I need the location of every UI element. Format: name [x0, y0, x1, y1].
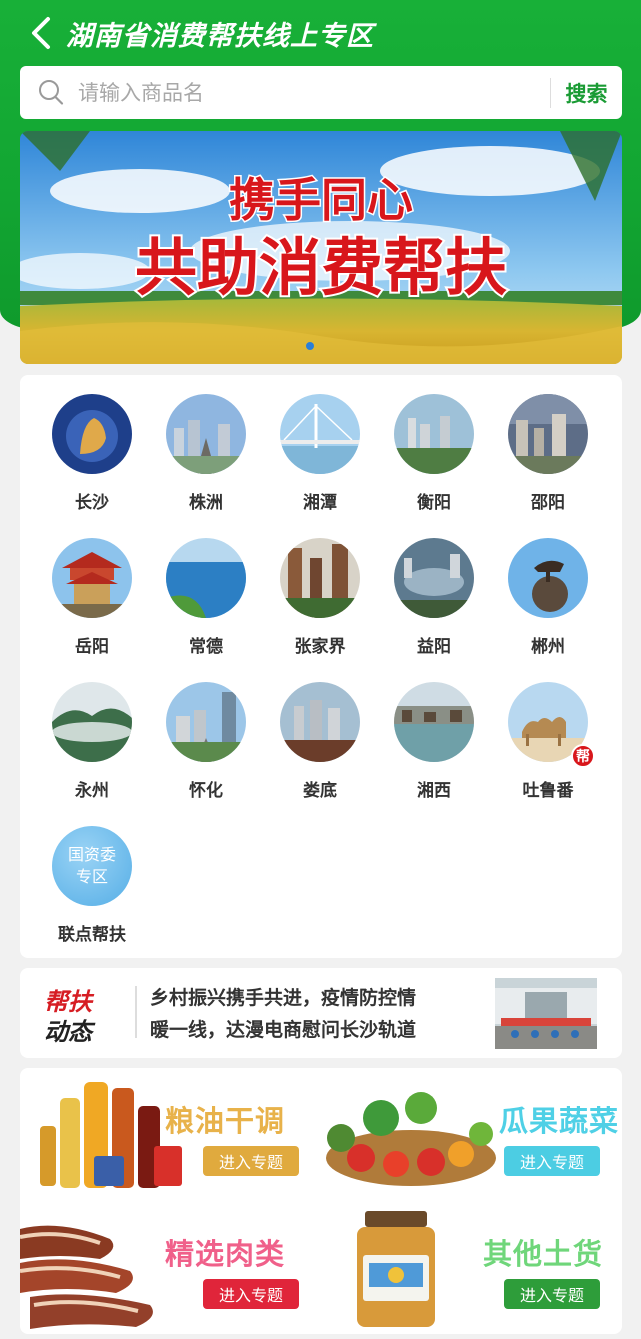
- city-label: 长沙: [75, 493, 109, 513]
- enter-topic-button[interactable]: 进入专题: [504, 1279, 600, 1309]
- city-item-changsha[interactable]: 长沙: [37, 394, 147, 524]
- top-bar: 湖南省消费帮扶线上专区: [0, 0, 641, 66]
- news-headline-line1: 乡村振兴携手共进，疫情防控情: [150, 987, 417, 1009]
- city-grid: 长沙 株洲 湘潭 衡阳 邵阳 岳阳 常德 张家界 益阳 郴州 永州 怀化 娄底 …: [20, 375, 622, 958]
- news-thumbnail[interactable]: [495, 978, 597, 1049]
- city-image: [394, 538, 474, 618]
- city-item-zhuzhou[interactable]: 株洲: [151, 394, 261, 524]
- city-item-huaihua[interactable]: 怀化: [151, 682, 261, 812]
- city-image: [508, 538, 588, 618]
- sasac-zone-icon: 国资委 专区: [52, 826, 132, 906]
- city-image: [508, 394, 588, 474]
- city-item-changde[interactable]: 常德: [151, 538, 261, 668]
- news-headline[interactable]: 乡村振兴携手共进，疫情防控情 暖一线，达漫电商慰问长沙轨道: [150, 982, 480, 1046]
- city-label: 岳阳: [75, 637, 109, 657]
- city-item-xiangxi[interactable]: 湘西: [379, 682, 489, 812]
- enter-topic-button[interactable]: 进入专题: [203, 1146, 299, 1176]
- category-title: 粮油干调: [165, 1104, 286, 1138]
- city-label: 益阳: [417, 637, 451, 657]
- category-title: 其他土货: [483, 1237, 604, 1271]
- city-item-xiangtan[interactable]: 湘潭: [265, 394, 375, 524]
- city-label: 湘西: [417, 781, 451, 801]
- city-item-zhangjiajie[interactable]: 张家界: [265, 538, 375, 668]
- city-item-liandian[interactable]: 国资委 专区 联点帮扶: [37, 826, 147, 956]
- city-label: 邵阳: [531, 493, 565, 513]
- city-label: 郴州: [531, 637, 565, 657]
- banner-image: 携手同心 共助消费帮扶: [20, 131, 622, 364]
- city-label: 张家界: [294, 637, 346, 657]
- city-item-hengyang[interactable]: 衡阳: [379, 394, 489, 524]
- category-meat[interactable]: 精选肉类 进入专题: [20, 1201, 321, 1334]
- city-image: [280, 394, 360, 474]
- search-icon: [39, 80, 64, 105]
- city-image: [280, 682, 360, 762]
- city-image: [166, 682, 246, 762]
- news-divider: [135, 986, 137, 1038]
- back-arrow-icon[interactable]: [28, 16, 58, 50]
- news-headline-line2: 暖一线，达漫电商慰问长沙轨道: [150, 1019, 417, 1041]
- city-image: [394, 394, 474, 474]
- page-title: 湖南省消费帮扶线上专区: [66, 21, 374, 52]
- city-image: [52, 682, 132, 762]
- carousel-indicator[interactable]: [306, 342, 314, 350]
- fruit-veg-image: [326, 1092, 496, 1186]
- city-item-loudi[interactable]: 娄底: [265, 682, 375, 812]
- city-label: 吐鲁番: [522, 781, 574, 801]
- city-image: [52, 538, 132, 618]
- city-label: 娄底: [303, 781, 337, 801]
- city-item-yongzhou[interactable]: 永州: [37, 682, 147, 812]
- city-item-turpan[interactable]: 帮 吐鲁番: [493, 682, 603, 812]
- category-section: 粮油干调 进入专题 瓜果蔬菜 进入专题 精选肉类 进入专题 其他土货 进入专题: [20, 1068, 622, 1334]
- promo-banner[interactable]: 携手同心 共助消费帮扶: [20, 131, 622, 364]
- city-item-yiyang[interactable]: 益阳: [379, 538, 489, 668]
- zone-text-2: 专区: [75, 867, 108, 886]
- city-label: 常德: [189, 637, 223, 657]
- grain-oil-image: [40, 1082, 182, 1188]
- category-grain-oil[interactable]: 粮油干调 进入专题: [20, 1068, 321, 1201]
- city-item-chenzhou[interactable]: 郴州: [493, 538, 603, 668]
- city-image: [166, 538, 246, 618]
- city-image: [52, 394, 132, 474]
- city-label: 株洲: [189, 493, 223, 513]
- category-title: 精选肉类: [165, 1237, 286, 1271]
- search-input[interactable]: [78, 74, 538, 111]
- category-fruit-veg[interactable]: 瓜果蔬菜 进入专题: [321, 1068, 622, 1201]
- category-other[interactable]: 其他土货 进入专题: [321, 1201, 622, 1334]
- city-image: [166, 394, 246, 474]
- help-badge: 帮: [571, 744, 595, 768]
- meat-image: [20, 1225, 153, 1329]
- city-label: 永州: [75, 781, 109, 801]
- city-label: 怀化: [189, 781, 223, 801]
- news-card[interactable]: 帮扶 动态 乡村振兴携手共进，疫情防控情 暖一线，达漫电商慰问长沙轨道: [20, 968, 622, 1058]
- honey-jar-image: [357, 1211, 435, 1327]
- enter-topic-button[interactable]: 进入专题: [203, 1279, 299, 1309]
- city-image: [394, 682, 474, 762]
- city-label: 衡阳: [417, 493, 451, 513]
- banner-text-line1: 携手同心: [229, 173, 413, 227]
- city-item-shaoyang[interactable]: 邵阳: [493, 394, 603, 524]
- city-label: 联点帮扶: [58, 925, 126, 945]
- city-item-yueyang[interactable]: 岳阳: [37, 538, 147, 668]
- city-image: [280, 538, 360, 618]
- banner-text-line2: 共助消费帮扶: [135, 231, 507, 304]
- search-bar: 搜索: [20, 66, 622, 119]
- search-button[interactable]: 搜索: [551, 66, 622, 119]
- enter-topic-button[interactable]: 进入专题: [504, 1146, 600, 1176]
- news-tag-line2: 动态: [44, 1018, 92, 1046]
- zone-text-1: 国资委: [67, 845, 116, 864]
- category-title: 瓜果蔬菜: [499, 1104, 620, 1138]
- city-label: 湘潭: [303, 493, 337, 513]
